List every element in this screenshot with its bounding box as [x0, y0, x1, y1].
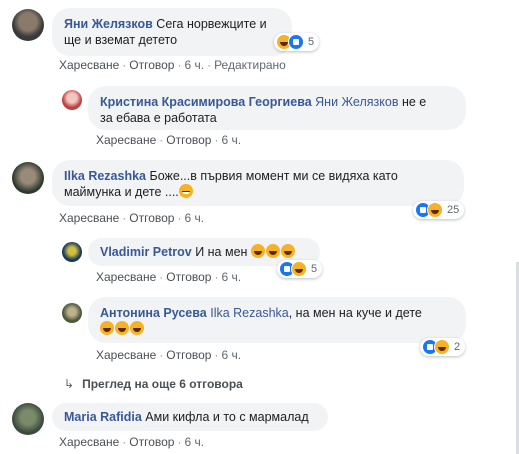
comment-bubble: Антонина Русева Ilka Rezashka, на мен на…	[88, 297, 466, 343]
comment-actions: Харесване · Отговор · 6 ч.	[59, 211, 205, 225]
haha-icon	[291, 261, 307, 277]
like-icon	[288, 34, 304, 50]
reaction-summary[interactable]: 5	[277, 260, 323, 278]
view-more-label[interactable]: Преглед на още 6 отговора	[82, 377, 243, 391]
like-link[interactable]: Харесване	[96, 270, 156, 284]
mention-link[interactable]: Ilka Rezashka	[210, 306, 289, 320]
comment-actions: Харесване · Отговор · 6 ч.	[96, 348, 242, 362]
comment-actions: Харесване · Отговор · 6 ч. · Редактирано	[59, 58, 286, 72]
avatar[interactable]	[12, 403, 44, 435]
haha-icon	[434, 339, 450, 355]
reply-link[interactable]: Отговор	[166, 270, 211, 284]
laughing-emoji-icon	[280, 244, 295, 258]
reply-arrow-icon: ↳	[64, 377, 75, 391]
reply-link[interactable]: Отговор	[166, 133, 211, 147]
reaction-summary[interactable]: 25	[413, 201, 465, 219]
grinning-emoji-icon	[178, 184, 193, 198]
comment-bubble: Яни Желязков Сега норвежците и ще и взем…	[52, 8, 292, 56]
comment-actions: Харесване · Отговор · 6 ч.	[96, 270, 242, 284]
timestamp[interactable]: 6 ч.	[221, 133, 241, 147]
comment-author[interactable]: Maria Rafidia	[64, 410, 142, 424]
like-link[interactable]: Харесване	[59, 435, 119, 449]
comment-author[interactable]: Ilka Rezashka	[64, 169, 146, 183]
timestamp[interactable]: 6 ч.	[221, 348, 241, 362]
reply-link[interactable]: Отговор	[129, 211, 174, 225]
haha-icon	[427, 202, 443, 218]
mention-link[interactable]: Яни Желязков	[315, 95, 398, 109]
comment-author[interactable]: Vladimir Petrov	[100, 245, 192, 259]
avatar[interactable]	[12, 162, 44, 194]
like-link[interactable]: Харесване	[59, 211, 119, 225]
reaction-summary[interactable]: 5	[274, 33, 320, 51]
timestamp[interactable]: 6 ч.	[221, 270, 241, 284]
laughing-emoji-icon	[115, 321, 129, 335]
comment-author[interactable]: Яни Желязков	[64, 17, 153, 31]
comment-bubble: Ilka Rezashka Боже...в първия момент ми …	[52, 160, 464, 206]
comment-text-line2: маймунка и дете ....	[64, 185, 179, 199]
avatar[interactable]	[12, 9, 44, 41]
like-link[interactable]: Харесване	[96, 348, 156, 362]
reaction-count: 5	[311, 263, 318, 275]
edited-label[interactable]: Редактирано	[214, 58, 286, 72]
comment-actions: Харесване · Отговор · 6 ч.	[59, 435, 205, 449]
comment-text: Боже...в първия момент ми се видяха като	[149, 169, 398, 183]
comment-actions: Харесване · Отговор · 6 ч.	[96, 133, 242, 147]
timestamp[interactable]: 6 ч.	[184, 435, 204, 449]
timestamp[interactable]: 6 ч.	[184, 211, 204, 225]
laughing-emoji-icon	[250, 244, 265, 258]
comment-text-line2: за ебава е работата	[100, 111, 217, 125]
comment-text: , на мен на куче и дете	[288, 306, 422, 320]
laughing-emoji-icon	[100, 321, 114, 335]
comment-text: И на мен	[195, 245, 248, 259]
reply-link[interactable]: Отговор	[129, 58, 174, 72]
comment-author[interactable]: Кристина Красимирова Георгиева	[100, 95, 312, 109]
view-more-replies[interactable]: ↳ Преглед на още 6 отговора	[64, 377, 243, 391]
avatar[interactable]	[62, 90, 82, 110]
reaction-summary[interactable]: 2	[420, 338, 466, 356]
comment-bubble: Кристина Красимирова Георгиева Яни Желяз…	[88, 86, 466, 130]
comment-text: Ами кифла и то с мармалад	[145, 410, 309, 424]
reply-link[interactable]: Отговор	[129, 435, 174, 449]
like-link[interactable]: Харесване	[59, 58, 119, 72]
reaction-count: 25	[447, 204, 460, 216]
reaction-count: 2	[454, 341, 461, 353]
reaction-count: 5	[308, 36, 315, 48]
reply-link[interactable]: Отговор	[166, 348, 211, 362]
avatar[interactable]	[62, 303, 82, 323]
comment-author[interactable]: Антонина Русева	[100, 306, 207, 320]
avatar[interactable]	[62, 242, 82, 262]
comment-bubble: Maria Rafidia Ами кифла и то с мармалад	[52, 403, 328, 431]
like-link[interactable]: Харесване	[96, 133, 156, 147]
laughing-emoji-icon	[265, 244, 280, 258]
timestamp[interactable]: 6 ч.	[184, 58, 204, 72]
laughing-emoji-icon	[130, 321, 144, 335]
comment-text: не е	[398, 95, 427, 109]
